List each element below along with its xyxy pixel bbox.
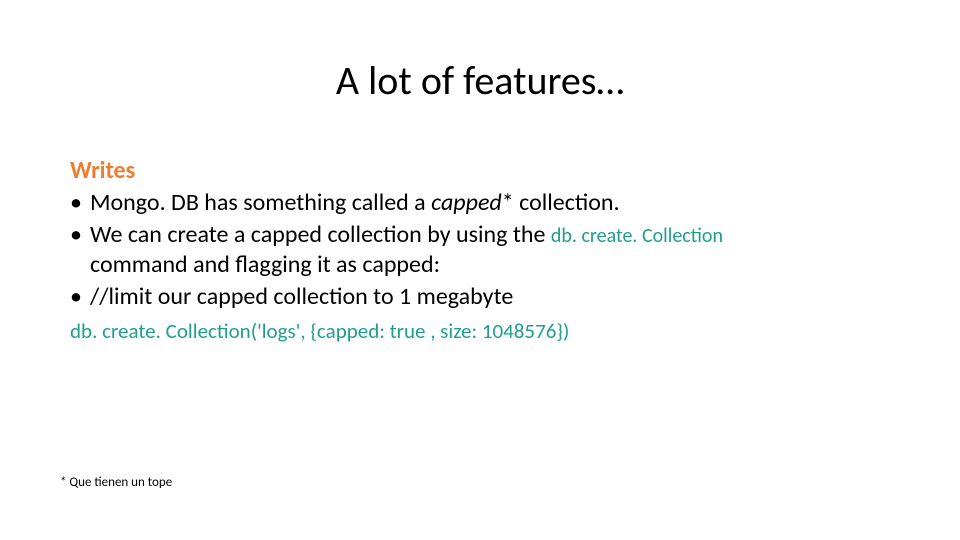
bullet-1: Mongo. DB has something called a capped*… xyxy=(70,188,890,218)
bullet-2-line2: command and flagging it as capped: xyxy=(90,250,890,280)
bullet-1-em: capped xyxy=(431,188,502,217)
slide-title: A lot of features… xyxy=(0,56,960,105)
bullet-2-pre: We can create a capped collection by usi… xyxy=(90,220,551,249)
footnote: * Que tienen un tope xyxy=(60,475,172,490)
slide: A lot of features… Writes Mongo. DB has … xyxy=(0,0,960,540)
section-heading: Writes xyxy=(70,156,890,186)
code-line: db. create. Collection('logs', {capped: … xyxy=(70,318,890,344)
bullet-2-code: db. create. Collection xyxy=(551,224,723,248)
bullet-1-post: collection. xyxy=(514,188,620,217)
bullet-1-pre: Mongo. DB has something called a xyxy=(90,188,431,217)
bullet-3-text: //limit our capped collection to 1 megab… xyxy=(90,282,513,311)
bullet-2: We can create a capped collection by usi… xyxy=(70,220,890,280)
bullet-3: //limit our capped collection to 1 megab… xyxy=(70,282,890,312)
slide-body: Writes Mongo. DB has something called a … xyxy=(70,156,890,344)
bullet-1-star: * xyxy=(502,188,514,217)
